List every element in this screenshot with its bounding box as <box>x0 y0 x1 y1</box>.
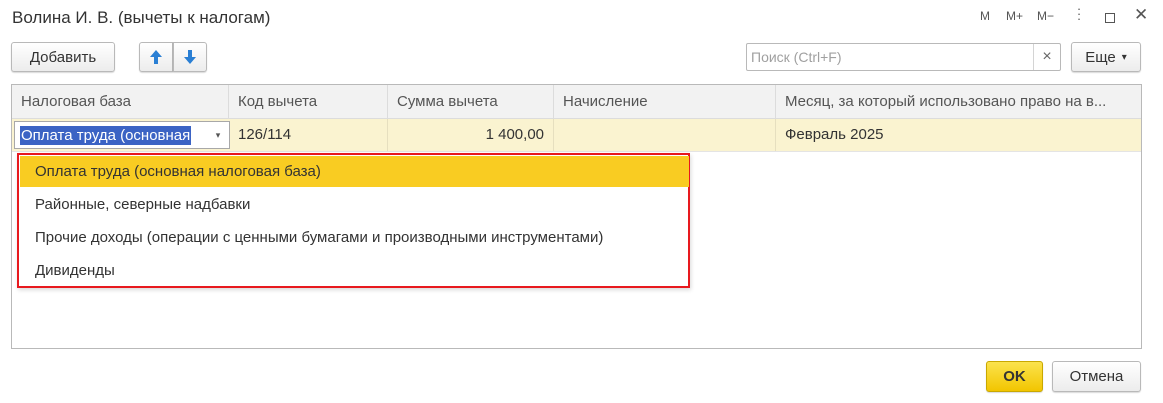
move-down-button[interactable] <box>173 42 207 72</box>
arrow-up-icon <box>150 50 162 64</box>
add-button[interactable]: Добавить <box>11 42 115 72</box>
column-header-month[interactable]: Месяц, за который использовано право на … <box>776 85 1141 118</box>
tax-base-value: Оплата труда (основная <box>20 126 192 145</box>
tax-base-select[interactable]: Оплата труда (основная ▾ <box>14 121 230 149</box>
table-header: Налоговая база Код вычета Сумма вычета Н… <box>12 85 1141 119</box>
more-menu-button[interactable]: Еще ▾ <box>1071 42 1141 72</box>
close-icon[interactable]: ✕ <box>1134 5 1148 25</box>
window-title: Волина И. В. (вычеты к налогам) <box>12 8 271 27</box>
dropdown-item-securities-income[interactable]: Прочие доходы (операции с ценными бумага… <box>20 222 689 253</box>
dropdown-item-wages[interactable]: Оплата труда (основная налоговая база) <box>20 156 689 187</box>
cancel-button[interactable]: Отмена <box>1052 361 1141 392</box>
m-minus-button[interactable]: M− <box>1037 9 1054 23</box>
m-plus-button[interactable]: M+ <box>1006 9 1023 23</box>
more-vertical-icon[interactable]: · · · <box>1076 2 1082 25</box>
m-button[interactable]: M <box>980 9 990 23</box>
more-label: Еще <box>1085 48 1116 66</box>
cell-amount[interactable]: 1 400,00 <box>388 119 554 151</box>
cell-code[interactable]: 126/114 <box>229 119 388 151</box>
dropdown-item-regional-allowances[interactable]: Районные, северные надбавки <box>20 189 689 220</box>
cell-month[interactable]: Февраль 2025 <box>776 119 1141 151</box>
arrow-down-icon <box>184 50 196 64</box>
maximize-icon[interactable] <box>1105 13 1115 23</box>
chevron-down-icon[interactable]: ▾ <box>207 122 229 148</box>
dropdown-item-dividends[interactable]: Дивиденды <box>20 255 689 286</box>
tax-base-dropdown: Оплата труда (основная налоговая база) Р… <box>17 153 690 288</box>
ok-button[interactable]: OK <box>986 361 1043 392</box>
cell-accrual[interactable] <box>554 119 776 151</box>
search-field[interactable]: × <box>746 43 1061 71</box>
search-input[interactable] <box>747 44 1036 70</box>
clear-search-icon[interactable]: × <box>1033 44 1060 70</box>
column-header-accrual[interactable]: Начисление <box>554 85 776 118</box>
column-header-tax-base[interactable]: Налоговая база <box>12 85 229 118</box>
column-header-amount[interactable]: Сумма вычета <box>388 85 554 118</box>
chevron-down-icon: ▾ <box>1121 51 1127 63</box>
column-header-code[interactable]: Код вычета <box>229 85 388 118</box>
move-up-button[interactable] <box>139 42 173 72</box>
